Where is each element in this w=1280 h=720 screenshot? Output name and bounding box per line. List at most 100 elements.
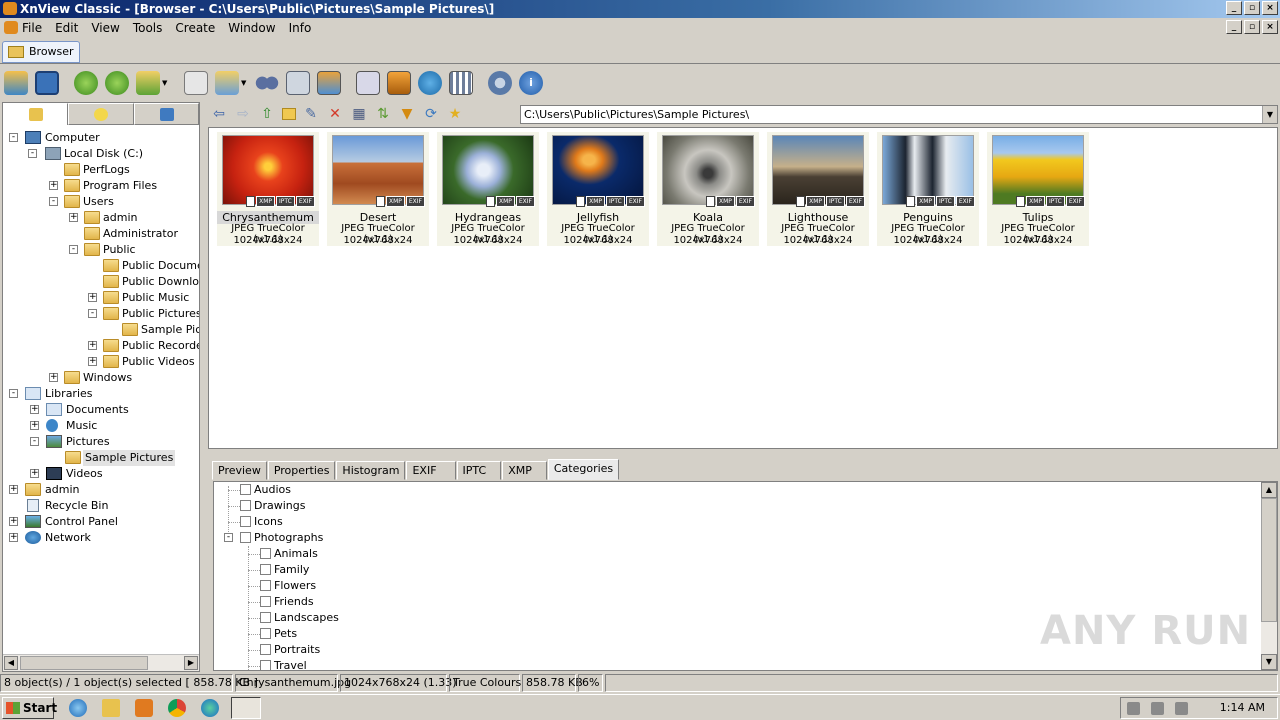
new-folder-icon[interactable] bbox=[282, 108, 296, 120]
vertical-splitter[interactable] bbox=[200, 102, 207, 672]
ie-icon[interactable] bbox=[69, 698, 87, 717]
start-button[interactable]: Start bbox=[2, 696, 57, 719]
tab-xmp[interactable]: XMP bbox=[502, 461, 547, 480]
contact-sheet-icon[interactable] bbox=[449, 71, 473, 95]
scroll-thumb[interactable] bbox=[20, 656, 148, 670]
tab-folders[interactable] bbox=[3, 103, 69, 125]
previous-icon[interactable] bbox=[74, 71, 98, 95]
thumbnail-item[interactable]: XMP EXIF Koala JPEG TrueColor (v1.1) 1024… bbox=[657, 132, 759, 246]
menu-view[interactable]: View bbox=[91, 21, 119, 35]
checkbox[interactable] bbox=[240, 516, 251, 527]
thumbnail-item[interactable]: XMP IPTC EXIF Chrysanthemum JPEG TrueColor… bbox=[217, 132, 319, 246]
tab-preview[interactable]: Preview bbox=[212, 461, 267, 480]
edge-icon[interactable] bbox=[201, 698, 219, 717]
back-arrow-icon[interactable]: ⇦ bbox=[210, 105, 228, 123]
checkbox[interactable] bbox=[260, 548, 271, 559]
scroll-up-icon[interactable]: ▲ bbox=[1261, 482, 1277, 498]
thumbnail-item[interactable]: XMP IPTC EXIF Penguins JPEG TrueColor (v1.… bbox=[877, 132, 979, 246]
address-combobox[interactable]: C:\Users\Public\Pictures\Sample Pictures… bbox=[520, 105, 1278, 124]
forward-arrow-icon[interactable]: ⇨ bbox=[234, 105, 252, 123]
mdi-minimize-button[interactable]: _ bbox=[1226, 20, 1242, 34]
tab-browser[interactable]: Browser bbox=[2, 41, 80, 63]
capture-icon[interactable] bbox=[356, 71, 380, 95]
fullscreen-icon[interactable] bbox=[35, 71, 59, 95]
categories-vertical-scrollbar[interactable]: ▲ ▼ bbox=[1261, 482, 1277, 670]
scroll-right-icon[interactable]: ▶ bbox=[184, 656, 198, 670]
checkbox[interactable] bbox=[260, 660, 271, 671]
horizontal-splitter[interactable] bbox=[208, 450, 1278, 457]
checkbox[interactable] bbox=[240, 500, 251, 511]
slideshow-icon[interactable] bbox=[317, 71, 341, 95]
menu-tools[interactable]: Tools bbox=[133, 21, 163, 35]
web-icon[interactable] bbox=[418, 71, 442, 95]
menu-edit[interactable]: Edit bbox=[55, 21, 78, 35]
tree-horizontal-scrollbar[interactable]: ◀ ▶ bbox=[3, 654, 199, 671]
open-icon[interactable] bbox=[184, 71, 208, 95]
menu-create[interactable]: Create bbox=[175, 21, 215, 35]
minimize-button[interactable]: _ bbox=[1226, 1, 1242, 15]
favorites-star-icon[interactable]: ★ bbox=[446, 105, 464, 123]
explorer-folder-icon[interactable] bbox=[102, 698, 120, 717]
menu-file[interactable]: File bbox=[22, 21, 42, 35]
copy-move-icon[interactable] bbox=[215, 71, 239, 95]
parent-folder-icon[interactable]: ⇧ bbox=[258, 105, 276, 123]
scroll-thumb[interactable] bbox=[1261, 498, 1277, 622]
thumbnail-item[interactable]: XMP IPTC EXIF Lighthouse JPEG TrueColor (v… bbox=[767, 132, 869, 246]
address-dropdown-icon[interactable]: ▼ bbox=[1262, 106, 1277, 123]
about-info-icon[interactable]: i bbox=[519, 71, 543, 95]
action-center-flag-icon[interactable] bbox=[1175, 702, 1188, 715]
menu-info[interactable]: Info bbox=[289, 21, 312, 35]
move-to-folder-icon[interactable] bbox=[136, 71, 160, 95]
rename-icon[interactable]: ✎ bbox=[302, 105, 320, 123]
media-player-icon[interactable] bbox=[135, 698, 153, 717]
settings-gear-icon[interactable] bbox=[488, 71, 512, 95]
move-dropdown-icon[interactable]: ▼ bbox=[162, 79, 170, 87]
mdi-restore-button[interactable]: ▫ bbox=[1244, 20, 1260, 34]
checkbox[interactable] bbox=[260, 644, 271, 655]
thumbnail-item[interactable]: XMP IPTC EXIF Tulips JPEG TrueColor (v1.1)… bbox=[987, 132, 1089, 246]
filter-icon[interactable]: ▼ bbox=[398, 105, 416, 123]
xnview-taskbar-button[interactable] bbox=[231, 696, 261, 719]
binoculars-search-icon[interactable] bbox=[255, 71, 279, 95]
scroll-down-icon[interactable]: ▼ bbox=[1261, 654, 1277, 670]
thumbnail-item[interactable]: XMP EXIF Hydrangeas JPEG TrueColor (v1.1)… bbox=[437, 132, 539, 246]
checkbox[interactable] bbox=[260, 580, 271, 591]
mdi-close-button[interactable]: × bbox=[1262, 20, 1278, 34]
tab-categories[interactable] bbox=[133, 103, 199, 125]
checkbox[interactable] bbox=[260, 612, 271, 623]
checkbox[interactable] bbox=[260, 564, 271, 575]
scroll-left-icon[interactable]: ◀ bbox=[4, 656, 18, 670]
checkbox[interactable] bbox=[240, 532, 251, 543]
print-icon[interactable] bbox=[286, 71, 310, 95]
thumbnail-item[interactable]: XMP IPTC EXIF Jellyfish JPEG TrueColor (v1… bbox=[547, 132, 649, 246]
maximize-button[interactable]: ▫ bbox=[1244, 1, 1260, 15]
thumbnail-item[interactable]: XMP EXIF Desert JPEG TrueColor (v1.1) 102… bbox=[327, 132, 429, 246]
tab-histogram[interactable]: Histogram bbox=[336, 461, 406, 480]
xnview-app-icon[interactable] bbox=[3, 2, 17, 15]
wallpaper-icon[interactable] bbox=[387, 71, 411, 95]
refresh-icon[interactable]: ⟳ bbox=[422, 105, 440, 123]
folder-tree-panel: - Computer - Local Disk (C:) PerfLogs + Pro… bbox=[2, 102, 200, 672]
drive-icon bbox=[45, 147, 61, 160]
checkbox[interactable] bbox=[260, 596, 271, 607]
browser-view-icon[interactable] bbox=[4, 71, 28, 95]
tree-label: Documents bbox=[66, 403, 129, 416]
copy-dropdown-icon[interactable]: ▼ bbox=[241, 79, 249, 87]
tab-iptc[interactable]: IPTC bbox=[456, 461, 502, 480]
tab-exif[interactable]: EXIF bbox=[406, 461, 456, 480]
tab-categories[interactable]: Categories bbox=[547, 459, 620, 480]
view-mode-icon[interactable]: ▦ bbox=[350, 105, 368, 123]
tab-favorites[interactable] bbox=[68, 103, 134, 125]
checkbox[interactable] bbox=[260, 628, 271, 639]
speaker-icon[interactable] bbox=[1127, 702, 1140, 715]
tab-properties[interactable]: Properties bbox=[267, 461, 336, 480]
sort-icon[interactable]: ⇅ bbox=[374, 105, 392, 123]
mdi-child-icon[interactable] bbox=[4, 21, 18, 34]
menu-window[interactable]: Window bbox=[228, 21, 275, 35]
network-tray-icon[interactable] bbox=[1151, 702, 1164, 715]
next-icon[interactable] bbox=[105, 71, 129, 95]
delete-icon[interactable]: ✕ bbox=[326, 105, 344, 123]
close-button[interactable]: × bbox=[1262, 1, 1278, 15]
chrome-icon[interactable] bbox=[168, 698, 186, 717]
checkbox[interactable] bbox=[240, 484, 251, 495]
